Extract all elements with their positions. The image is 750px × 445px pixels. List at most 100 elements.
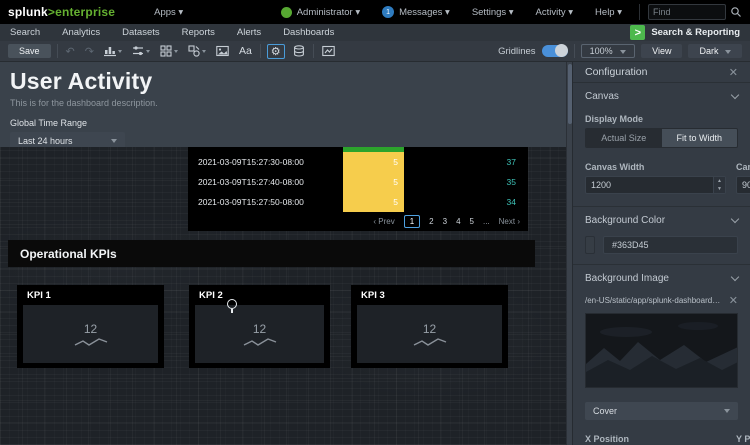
- save-button[interactable]: Save: [8, 44, 51, 58]
- theme-dropdown[interactable]: Dark: [688, 44, 742, 58]
- splunk-dashboard-editor: splunk>enterprise Apps ▾ Administrator ▾…: [0, 0, 750, 445]
- splunk-logo[interactable]: splunk>enterprise: [8, 5, 115, 19]
- time-range-value: Last 24 hours: [18, 136, 73, 146]
- table-row[interactable]: 2021-03-09T15:27:30-08:00 5 37: [188, 152, 528, 172]
- sparkline-icon: [242, 337, 278, 347]
- table-cell-value: 5: [343, 172, 404, 192]
- canvas-section-toggle[interactable]: Canvas: [585, 83, 738, 108]
- dashboard-description[interactable]: This is for the dashboard description.: [10, 98, 556, 108]
- stepper-up-icon[interactable]: ▲: [714, 177, 725, 185]
- kpi-panel-2[interactable]: KPI 2 12: [189, 285, 330, 368]
- canvas-section-label: Canvas: [585, 91, 619, 102]
- kpi-value: 12: [423, 322, 436, 336]
- time-range-label: Global Time Range: [10, 118, 556, 128]
- find-search: [639, 4, 742, 20]
- search-icon[interactable]: [730, 6, 742, 18]
- settings-menu[interactable]: Settings ▾: [463, 7, 523, 18]
- nav-item-search[interactable]: Search: [10, 27, 40, 38]
- clear-image-icon[interactable]: ✕: [729, 294, 738, 307]
- toolbar-divider: [260, 44, 261, 58]
- chevron-down-icon: [202, 50, 206, 53]
- visual-defaults-icon[interactable]: [320, 44, 337, 58]
- pagination-page-4[interactable]: 4: [456, 217, 460, 226]
- current-app-badge[interactable]: > Search & Reporting: [630, 25, 740, 40]
- color-swatch[interactable]: [585, 236, 595, 254]
- configuration-panel: Configuration ✕ Canvas Display Mode Actu…: [572, 62, 750, 445]
- kpi-body: 12: [23, 305, 158, 363]
- add-image-icon[interactable]: [214, 44, 231, 58]
- find-input[interactable]: [648, 4, 726, 20]
- add-chart-icon[interactable]: [102, 44, 124, 58]
- table-cell-value: 5: [343, 192, 404, 212]
- undo-icon[interactable]: ↶: [64, 44, 77, 59]
- apps-menu[interactable]: Apps ▾: [145, 7, 192, 18]
- canvas-height-input[interactable]: [737, 177, 750, 193]
- canvas-width-input[interactable]: [586, 177, 713, 193]
- display-mode-fit-to-width[interactable]: Fit to Width: [662, 129, 738, 147]
- dashboard-canvas[interactable]: 2021-03-09T15:27:20-08:00 6 38 2021-03-0…: [0, 147, 566, 445]
- configuration-gear-icon[interactable]: ⚙: [267, 44, 285, 59]
- events-table-panel[interactable]: 2021-03-09T15:27:20-08:00 6 38 2021-03-0…: [188, 147, 528, 231]
- nav-item-analytics[interactable]: Analytics: [62, 27, 100, 38]
- app-name: Search & Reporting: [651, 27, 740, 38]
- stepper-down-icon[interactable]: ▼: [714, 185, 725, 193]
- table-cell-count: 37: [404, 157, 528, 167]
- table-row[interactable]: 2021-03-09T15:27:40-08:00 5 35: [188, 172, 528, 192]
- canvas-width-label: Canvas Width: [585, 162, 726, 172]
- add-shape-icon[interactable]: [186, 44, 208, 58]
- pagination-page-1[interactable]: 1: [404, 215, 420, 228]
- background-color-section-toggle[interactable]: Background Color: [585, 207, 738, 232]
- x-position-label: X Position: [585, 434, 726, 444]
- data-sources-icon[interactable]: [291, 44, 307, 58]
- pagination-prev[interactable]: ‹ Prev: [373, 217, 394, 226]
- user-menu-label: Administrator ▾: [297, 7, 360, 18]
- table-cell-time: 2021-03-09T15:27:30-08:00: [188, 157, 343, 167]
- background-color-input[interactable]: [603, 236, 738, 254]
- pagination-next[interactable]: Next ›: [499, 217, 520, 226]
- chevron-down-icon: [731, 215, 739, 223]
- kpi-body: 12: [195, 305, 324, 363]
- messages-menu[interactable]: 1 Messages ▾: [373, 6, 459, 18]
- help-menu[interactable]: Help ▾: [586, 7, 631, 18]
- sparkline-icon: [412, 337, 448, 347]
- kpi-value: 12: [253, 322, 266, 336]
- nav-item-alerts[interactable]: Alerts: [237, 27, 261, 38]
- close-icon[interactable]: ✕: [729, 66, 738, 79]
- user-menu[interactable]: Administrator ▾: [272, 7, 369, 18]
- user-avatar-icon: [281, 7, 292, 18]
- redo-icon[interactable]: ↷: [83, 44, 96, 59]
- background-image-section-toggle[interactable]: Background Image: [585, 265, 738, 290]
- background-image-path[interactable]: /en-US/static/app/splunk-dashboard-s...: [585, 296, 723, 305]
- kpi-panel-3[interactable]: KPI 3 12: [351, 285, 508, 368]
- nav-item-datasets[interactable]: Datasets: [122, 27, 160, 38]
- image-fit-dropdown[interactable]: Cover: [585, 402, 738, 420]
- pagination-page-3[interactable]: 3: [443, 217, 447, 226]
- toolbar-divider: [57, 44, 58, 58]
- pagination-page-2[interactable]: 2: [429, 217, 433, 226]
- pagination-page-5[interactable]: 5: [470, 217, 474, 226]
- zoom-dropdown[interactable]: 100%: [581, 44, 636, 58]
- dashboard-title[interactable]: User Activity: [10, 68, 556, 95]
- nav-item-reports[interactable]: Reports: [182, 27, 215, 38]
- y-position-label: Y Position: [736, 434, 750, 444]
- add-layout-icon[interactable]: [158, 44, 180, 58]
- background-image-label: Background Image: [585, 273, 669, 284]
- kpi-panel-1[interactable]: KPI 1 12: [17, 285, 164, 368]
- table-cell-count: 34: [404, 197, 528, 207]
- table-row[interactable]: 2021-03-09T15:27:50-08:00 5 34: [188, 192, 528, 212]
- kpi-section-header[interactable]: Operational KPIs: [8, 240, 535, 267]
- table-cell-value: 5: [343, 152, 404, 172]
- canvas-height-field: ▲▼: [736, 176, 750, 194]
- kpi-body: 12: [357, 305, 502, 363]
- view-button[interactable]: View: [641, 44, 682, 58]
- activity-menu[interactable]: Activity ▾: [527, 7, 583, 18]
- add-text-icon[interactable]: Aa: [237, 44, 254, 58]
- add-input-icon[interactable]: [130, 44, 152, 58]
- scrollbar-thumb[interactable]: [568, 64, 572, 124]
- nav-item-dashboards[interactable]: Dashboards: [283, 27, 334, 38]
- chevron-down-icon: [731, 91, 739, 99]
- messages-menu-label: Messages ▾: [399, 7, 450, 18]
- display-mode-actual-size[interactable]: Actual Size: [586, 129, 662, 147]
- toolbar-divider: [313, 44, 314, 58]
- gridlines-toggle[interactable]: [542, 45, 568, 57]
